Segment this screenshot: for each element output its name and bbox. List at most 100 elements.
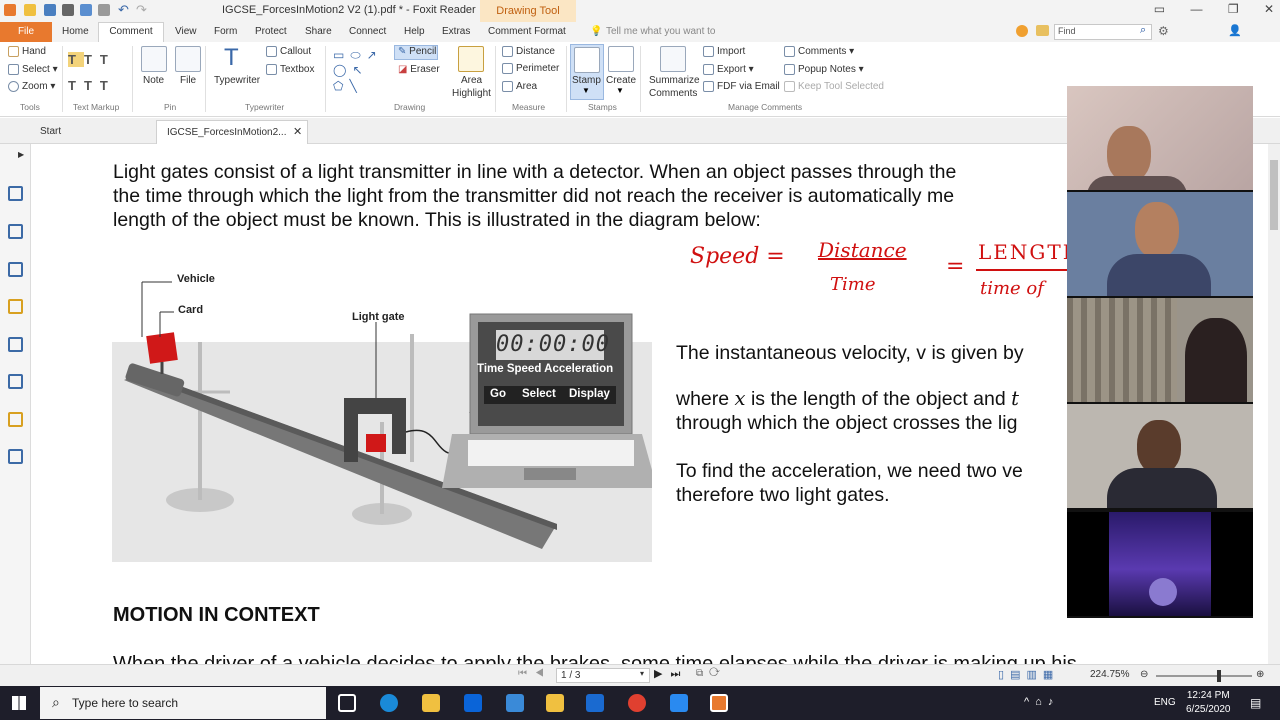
line-icon[interactable]: ╲ [349,79,362,93]
smiley-icon[interactable] [1016,25,1028,37]
context-tab-drawing-tool[interactable]: Drawing Tool [480,0,576,22]
tab-home[interactable]: Home [62,26,89,37]
tray-chevron-icon[interactable]: ^ [1024,696,1035,708]
textbox-button[interactable]: Textbox [266,64,314,75]
page-layout-icons[interactable]: ▯▤▥▦ [998,668,1059,681]
shape-tools-row2[interactable]: ◯↖ [333,63,369,77]
text-markup-tools-row2[interactable]: TTT [68,78,116,93]
stamp-icon[interactable] [574,47,600,73]
security-lock-icon[interactable] [8,412,23,427]
export-button[interactable]: Export ▾ [703,64,754,75]
area-highlight-icon[interactable] [458,46,484,72]
text-markup-tools[interactable]: TTT [68,52,116,67]
note-icon[interactable] [141,46,167,72]
expand-panel-icon[interactable]: ▶ [18,150,24,159]
area-highlight-button[interactable]: Area [461,75,482,86]
chrome-icon[interactable] [628,694,646,712]
network-icon[interactable]: ⌂ [1035,696,1048,708]
participant-video-5[interactable] [1067,512,1253,616]
select-tool[interactable]: Select ▾ [8,64,58,75]
shape-tools-row3[interactable]: ⬠╲ [333,79,363,93]
tab-file[interactable]: File [0,22,52,42]
file-button[interactable]: File [180,75,196,86]
attachments-icon[interactable] [8,337,23,352]
tools-icon[interactable] [8,449,23,464]
keep-tool-selected-checkbox[interactable]: Keep Tool Selected [784,81,884,92]
tell-me-box[interactable]: Tell me what you want to [606,26,716,37]
task-view-icon[interactable] [338,694,356,712]
taskbar-clock[interactable]: 12:24 PM 6/25/2020 [1186,689,1231,717]
facing-icon[interactable]: ▥ [1026,669,1042,681]
close-window-icon[interactable]: ✕ [1264,2,1274,16]
distance-button[interactable]: Distance [502,46,555,57]
system-tray[interactable]: ^⌂♪ [1024,696,1059,708]
pages-icon[interactable] [8,224,23,239]
tab-share[interactable]: Share [305,26,332,37]
strikeout-text-icon[interactable]: T [100,52,116,67]
taskbar-search-input[interactable]: Type here to search [40,687,326,719]
ribbon-options-icon[interactable]: ▭ [1154,2,1165,16]
zoom-tool[interactable]: Zoom ▾ [8,81,55,92]
arrow-icon[interactable]: ↖ [352,63,368,77]
zoom-level[interactable]: 224.75% [1090,669,1129,680]
volume-icon[interactable]: ♪ [1048,696,1060,708]
zoom-slider-handle[interactable] [1217,670,1221,682]
last-page-icon[interactable]: ⏭ [670,668,688,680]
rectangle-icon[interactable]: ▭ [333,48,350,62]
summarize-comments-icon[interactable] [660,46,686,72]
callout-button[interactable]: Callout [266,46,311,57]
store-icon[interactable] [422,694,440,712]
prev-page-icon[interactable]: ◀ [535,668,552,679]
save-icon[interactable] [44,4,56,16]
mail-icon[interactable] [586,694,604,712]
tab-protect[interactable]: Protect [255,26,287,37]
windows-start-icon[interactable] [12,696,26,710]
participant-video-4[interactable] [1067,404,1253,508]
new-icon[interactable] [80,4,92,16]
comments-panel-icon[interactable] [8,299,23,314]
tab-view[interactable]: View [175,26,197,37]
foxit-taskbar-icon[interactable] [710,694,728,712]
page-number-input[interactable]: 1 / 3 [556,668,650,683]
perimeter-button[interactable]: Perimeter [502,63,559,74]
tab-comment[interactable]: Comment [98,22,164,42]
squiggly-icon[interactable]: T [68,78,84,93]
find-input[interactable]: Find [1054,24,1152,40]
undo-icon[interactable]: ↶ [118,2,129,18]
import-button[interactable]: Import [703,46,745,57]
close-tab-icon[interactable]: ✕ [293,125,302,138]
pencil-button[interactable]: ✎ Pencil [398,46,436,57]
zoom-out-icon[interactable]: ⊖ [1140,669,1148,680]
popup-notes-menu[interactable]: Popup Notes ▾ [784,64,864,75]
shape-tools-row1[interactable]: ▭⬭↗ [333,48,383,63]
page-dropdown-icon[interactable]: ▾ [640,669,644,678]
stamp-button[interactable]: Stamp [572,75,601,86]
rotate-icon[interactable]: ⟳ [709,668,726,679]
minimize-icon[interactable]: — [1190,2,1202,16]
notifications-icon[interactable]: ▤ [1250,696,1261,710]
note-button[interactable]: Note [143,75,164,86]
first-page-icon[interactable]: ⏮ [518,668,535,679]
edge-browser-icon[interactable] [380,694,398,712]
view-tools[interactable]: ⧉⟳ [696,668,726,679]
restore-icon[interactable]: ❐ [1228,2,1239,16]
eraser-button[interactable]: ◪ Eraser [398,64,440,75]
language-indicator[interactable]: ENG [1154,697,1176,708]
zoom-in-icon[interactable]: ⊕ [1256,669,1264,680]
oval-icon[interactable]: ◯ [333,63,352,77]
polygon-icon[interactable]: ⬠ [333,79,349,93]
page-nav-forward[interactable]: ▶⏭ [654,667,688,681]
tab-form[interactable]: Form [214,26,237,37]
create-dropdown-icon[interactable]: ▼ [616,86,624,95]
single-page-icon[interactable]: ▯ [998,669,1010,681]
create-button[interactable]: Create [606,75,636,86]
folder-search-icon[interactable] [1036,25,1049,36]
cloud-icon[interactable]: ⬭ [350,48,366,62]
signatures-icon[interactable] [8,374,23,389]
highlight-text-icon[interactable]: T [68,52,84,67]
tab-comment-format[interactable]: Comment Format [488,26,566,37]
typewriter-button[interactable]: Typewriter [214,75,260,86]
tab-document[interactable]: IGCSE_ForcesInMotion2... [156,120,308,144]
create-stamp-icon[interactable] [608,46,634,72]
typewriter-icon[interactable]: T [224,44,239,72]
